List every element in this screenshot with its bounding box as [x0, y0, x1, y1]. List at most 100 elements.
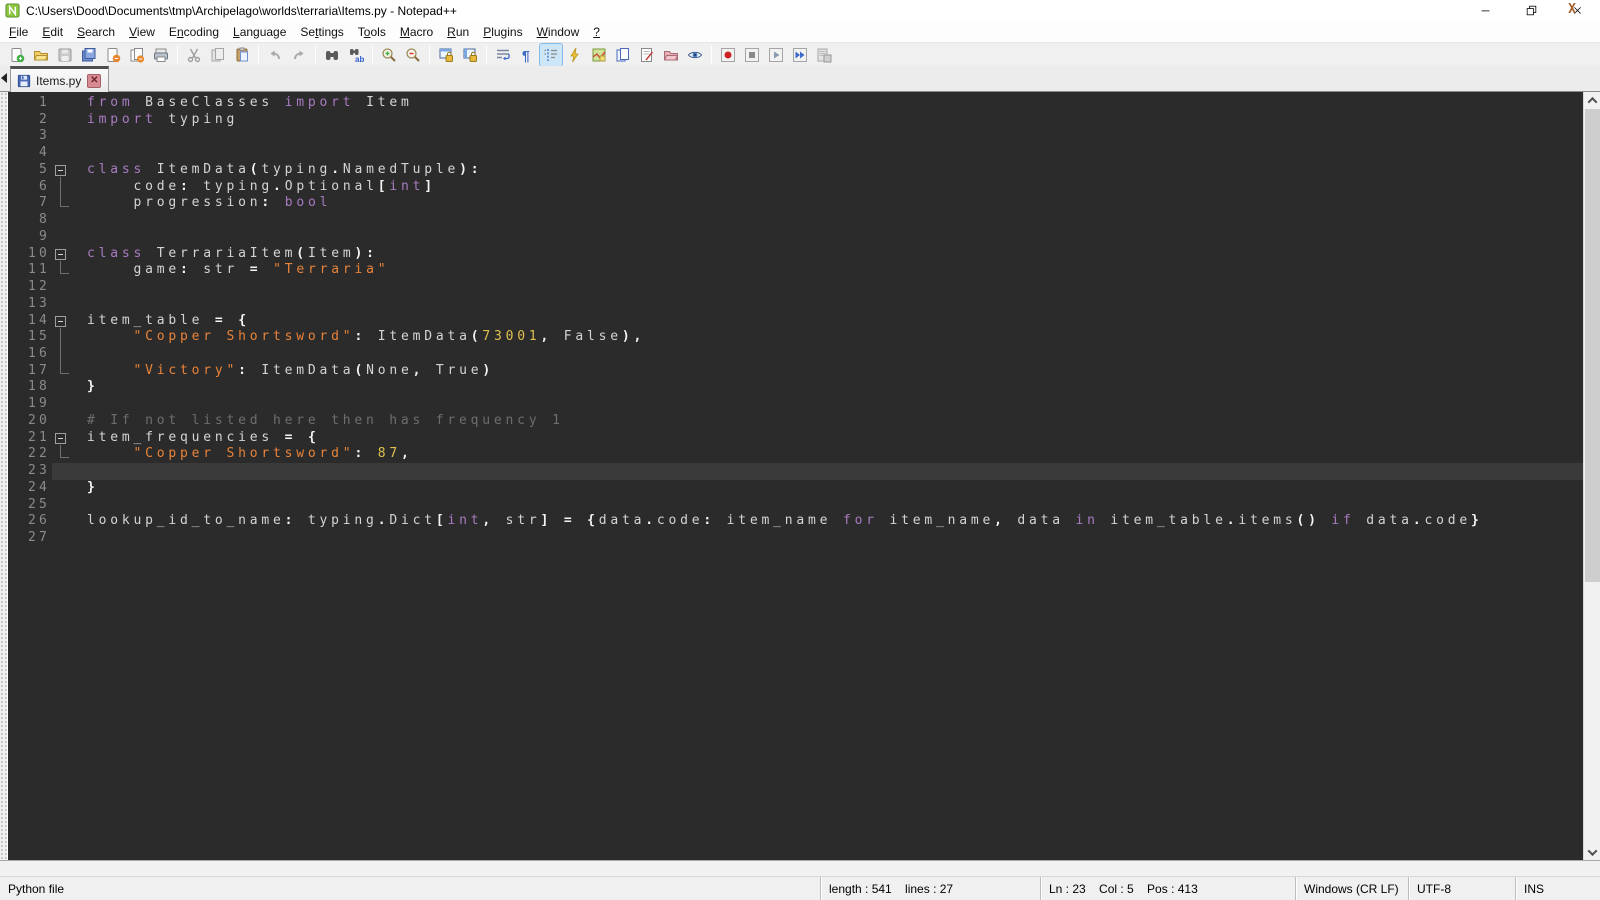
line-number[interactable]: 11 [8, 262, 52, 279]
line-number[interactable]: 6 [8, 179, 52, 196]
dock-splitter[interactable] [0, 92, 8, 860]
line-number[interactable]: 15 [8, 329, 52, 346]
macro-play-button[interactable] [765, 44, 787, 66]
paste-button[interactable] [231, 44, 253, 66]
cut-button[interactable] [183, 44, 205, 66]
status-doc-type[interactable]: Python file [0, 877, 820, 900]
zoom-out-button[interactable] [402, 44, 424, 66]
tab-close-icon[interactable]: ✕ [87, 74, 101, 88]
code-line[interactable]: 4 [8, 145, 1583, 162]
line-number[interactable]: 4 [8, 145, 52, 162]
line-number[interactable]: 20 [8, 413, 52, 430]
scroll-down-icon[interactable] [1584, 844, 1600, 860]
menu-item-settings[interactable]: Settings [293, 23, 350, 41]
code-line[interactable]: 23 [8, 463, 1583, 480]
fold-marker[interactable] [52, 313, 74, 330]
fold-marker[interactable] [52, 246, 74, 263]
macro-stop-button[interactable] [741, 44, 763, 66]
code-line[interactable]: 2import typing [8, 112, 1583, 129]
restore-button[interactable] [1508, 0, 1554, 21]
copy-button[interactable] [207, 44, 229, 66]
undo-button[interactable] [264, 44, 286, 66]
new-file-button[interactable] [6, 44, 28, 66]
status-eol-format[interactable]: Windows (CR LF) [1295, 877, 1408, 900]
line-number[interactable]: 1 [8, 95, 52, 112]
fold-marker[interactable] [52, 162, 74, 179]
close-file-button[interactable] [102, 44, 124, 66]
word-wrap-button[interactable] [492, 44, 514, 66]
menu-item-tools[interactable]: Tools [351, 23, 393, 41]
monitoring-button[interactable] [684, 44, 706, 66]
document-map-button[interactable] [588, 44, 610, 66]
code-line[interactable]: 22 "Copper Shortsword": 87, [8, 446, 1583, 463]
define-language-button[interactable] [564, 44, 586, 66]
code-line[interactable]: 18} [8, 379, 1583, 396]
folder-as-workspace-button[interactable] [660, 44, 682, 66]
code-line[interactable]: 15 "Copper Shortsword": ItemData(73001, … [8, 329, 1583, 346]
menu-item-search[interactable]: Search [70, 23, 122, 41]
line-number[interactable]: 9 [8, 229, 52, 246]
menu-item-edit[interactable]: Edit [35, 23, 70, 41]
line-number[interactable]: 24 [8, 480, 52, 497]
code-line[interactable]: 8 [8, 212, 1583, 229]
show-indent-guide-button[interactable] [540, 44, 562, 66]
line-number[interactable]: 12 [8, 279, 52, 296]
macro-record-button[interactable] [717, 44, 739, 66]
menu-item-file[interactable]: File [2, 23, 35, 41]
code-line[interactable]: 11 game: str = "Terraria" [8, 262, 1583, 279]
show-all-characters-button[interactable]: ¶ [516, 44, 538, 66]
status-encoding[interactable]: UTF-8 [1408, 877, 1515, 900]
sync-vertical-scroll-button[interactable] [435, 44, 457, 66]
save-button[interactable] [54, 44, 76, 66]
scroll-up-icon[interactable] [1584, 92, 1600, 108]
save-all-button[interactable] [78, 44, 100, 66]
line-number[interactable]: 19 [8, 396, 52, 413]
line-number[interactable]: 2 [8, 112, 52, 129]
code-line[interactable]: 13 [8, 296, 1583, 313]
status-insert-mode[interactable]: INS [1515, 877, 1600, 900]
open-folder-button[interactable] [30, 44, 52, 66]
code-line[interactable]: 19 [8, 396, 1583, 413]
menu-item-view[interactable]: View [122, 23, 162, 41]
line-number[interactable]: 10 [8, 246, 52, 263]
close-button[interactable] [1554, 0, 1600, 21]
line-number[interactable]: 8 [8, 212, 52, 229]
menu-item-window[interactable]: Window [530, 23, 587, 41]
print-button[interactable] [150, 44, 172, 66]
menu-item-macro[interactable]: Macro [393, 23, 440, 41]
dock-collapse-left-icon[interactable] [1, 73, 7, 83]
find-button[interactable] [321, 44, 343, 66]
vertical-scrollbar[interactable] [1583, 92, 1600, 860]
vertical-scrollbar-thumb[interactable] [1585, 109, 1600, 582]
menu-item-plugins[interactable]: Plugins [476, 23, 529, 41]
line-number[interactable]: 14 [8, 313, 52, 330]
code-line[interactable]: 5class ItemData(typing.NamedTuple): [8, 162, 1583, 179]
line-number[interactable]: 17 [8, 363, 52, 380]
horizontal-scrollbar[interactable] [0, 860, 1600, 876]
line-number[interactable]: 5 [8, 162, 52, 179]
line-number[interactable]: 26 [8, 513, 52, 530]
code-line[interactable]: 10class TerrariaItem(Item): [8, 246, 1583, 263]
line-number[interactable]: 13 [8, 296, 52, 313]
menu-item-[interactable]: ? [586, 23, 607, 41]
sync-horizontal-scroll-button[interactable] [459, 44, 481, 66]
function-list-button[interactable] [636, 44, 658, 66]
close-all-button[interactable] [126, 44, 148, 66]
fold-marker[interactable] [52, 430, 74, 447]
menubar-close-document-button[interactable]: X [1568, 2, 1576, 17]
code-line[interactable]: 16 [8, 346, 1583, 363]
code-line[interactable]: 17 "Victory": ItemData(None, True) [8, 363, 1583, 380]
redo-button[interactable] [288, 44, 310, 66]
code-line[interactable]: 3 [8, 128, 1583, 145]
code-line[interactable]: 6 code: typing.Optional[int] [8, 179, 1583, 196]
line-number[interactable]: 16 [8, 346, 52, 363]
line-number[interactable]: 25 [8, 497, 52, 514]
menu-item-run[interactable]: Run [440, 23, 476, 41]
line-number[interactable]: 21 [8, 430, 52, 447]
line-number[interactable]: 18 [8, 379, 52, 396]
code-editor[interactable]: 1from BaseClasses import Item2import typ… [8, 92, 1583, 860]
code-line[interactable]: 21item_frequencies = { [8, 430, 1583, 447]
line-number[interactable]: 27 [8, 530, 52, 547]
code-line[interactable]: 25 [8, 497, 1583, 514]
line-number[interactable]: 22 [8, 446, 52, 463]
